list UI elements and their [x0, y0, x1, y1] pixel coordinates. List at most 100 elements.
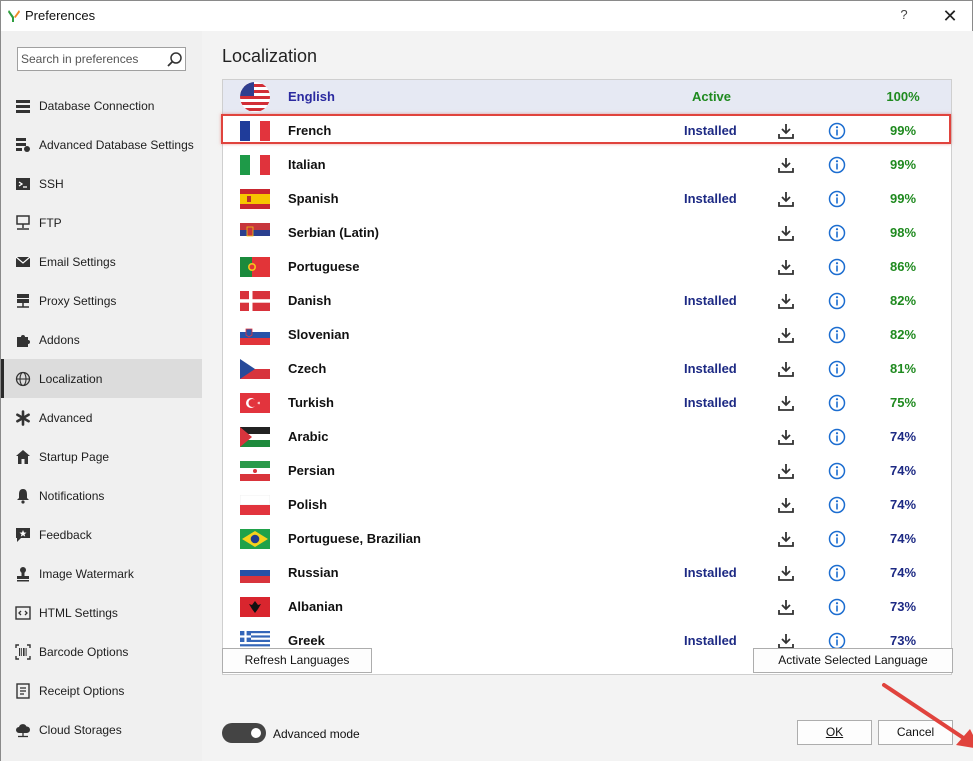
- language-row-persian[interactable]: Persian 74%: [223, 454, 951, 488]
- sidebar-item-receipt-options[interactable]: Receipt Options: [1, 671, 202, 710]
- sidebar-item-advanced-database-settings[interactable]: Advanced Database Settings: [1, 125, 202, 164]
- language-row-french[interactable]: French Installed 99%: [223, 114, 951, 148]
- language-name: Arabic: [288, 429, 329, 444]
- download-icon[interactable]: [777, 122, 795, 140]
- download-icon[interactable]: [777, 224, 795, 242]
- language-name: French: [288, 123, 332, 138]
- sidebar-item-advanced[interactable]: Advanced: [1, 398, 202, 437]
- sidebar-item-startup-page[interactable]: Startup Page: [1, 437, 202, 476]
- language-row-czech[interactable]: Czech Installed 81%: [223, 352, 951, 386]
- language-row-polish[interactable]: Polish 74%: [223, 488, 951, 522]
- sidebar-item-database-connection[interactable]: Database Connection: [1, 86, 202, 125]
- flag-it-icon: [240, 155, 270, 175]
- download-icon[interactable]: [777, 292, 795, 310]
- search-box: [17, 47, 186, 71]
- download-icon[interactable]: [777, 428, 795, 446]
- language-status: Installed: [684, 395, 737, 410]
- sidebar-item-label: Startup Page: [39, 450, 110, 464]
- info-icon[interactable]: [828, 190, 846, 208]
- sidebar-item-label: Feedback: [39, 528, 92, 542]
- download-icon[interactable]: [777, 496, 795, 514]
- sidebar-item-ssh[interactable]: SSH: [1, 164, 202, 203]
- download-icon[interactable]: [777, 190, 795, 208]
- translation-percent: 75%: [889, 395, 917, 410]
- info-icon[interactable]: [828, 462, 846, 480]
- sidebar-item-email-settings[interactable]: Email Settings: [1, 242, 202, 281]
- language-row-serbian-latin-[interactable]: Serbian (Latin) 98%: [223, 216, 951, 250]
- language-row-portuguese-brazilian[interactable]: Portuguese, Brazilian 74%: [223, 522, 951, 556]
- help-button[interactable]: ?: [895, 7, 913, 25]
- language-row-slovenian[interactable]: Slovenian 82%: [223, 318, 951, 352]
- terminal-icon: [16, 178, 30, 190]
- sidebar-item-label: Email Settings: [39, 255, 116, 269]
- info-icon[interactable]: [828, 326, 846, 344]
- download-icon[interactable]: [777, 394, 795, 412]
- sidebar-item-html-settings[interactable]: HTML Settings: [1, 593, 202, 632]
- refresh-languages-button[interactable]: Refresh Languages: [222, 648, 372, 673]
- language-row-albanian[interactable]: Albanian 73%: [223, 590, 951, 624]
- language-list[interactable]: English Active 100% French Installed 99% Itali…: [222, 79, 952, 675]
- asterisk-icon: [16, 410, 30, 426]
- info-icon[interactable]: [828, 258, 846, 276]
- sidebar-item-addons[interactable]: Addons: [1, 320, 202, 359]
- flag-ru-icon: [240, 563, 270, 583]
- language-row-portuguese[interactable]: Portuguese 86%: [223, 250, 951, 284]
- language-status: Installed: [684, 293, 737, 308]
- close-button[interactable]: ✕: [939, 5, 961, 27]
- sidebar-nav: Database Connection Advanced Database Set…: [1, 86, 202, 749]
- sidebar-item-ftp[interactable]: FTP: [1, 203, 202, 242]
- activate-language-button[interactable]: Activate Selected Language: [753, 648, 953, 673]
- language-row-russian[interactable]: Russian Installed 74%: [223, 556, 951, 590]
- language-row-danish[interactable]: Danish Installed 82%: [223, 284, 951, 318]
- language-row-arabic[interactable]: Arabic 74%: [223, 420, 951, 454]
- language-row-turkish[interactable]: Turkish Installed 75%: [223, 386, 951, 420]
- language-row-english[interactable]: English Active 100%: [223, 80, 951, 114]
- download-icon[interactable]: [777, 564, 795, 582]
- ok-button[interactable]: OK: [797, 720, 872, 745]
- language-row-italian[interactable]: Italian 99%: [223, 148, 951, 182]
- sidebar-item-image-watermark[interactable]: Image Watermark: [1, 554, 202, 593]
- info-icon[interactable]: [828, 598, 846, 616]
- download-icon[interactable]: [777, 360, 795, 378]
- cloud-icon: [16, 724, 31, 738]
- flag-br-icon: [240, 529, 270, 549]
- translation-percent: 73%: [889, 633, 917, 648]
- download-icon[interactable]: [777, 530, 795, 548]
- flag-es-icon: [240, 189, 270, 209]
- sidebar-item-label: Advanced: [39, 411, 93, 425]
- info-icon[interactable]: [828, 428, 846, 446]
- info-icon[interactable]: [828, 496, 846, 514]
- language-status: Installed: [684, 361, 737, 376]
- download-icon[interactable]: [777, 326, 795, 344]
- language-row-spanish[interactable]: Spanish Installed 99%: [223, 182, 951, 216]
- language-name: Polish: [288, 497, 328, 512]
- translation-percent: 74%: [889, 565, 917, 580]
- sidebar-item-localization[interactable]: Localization: [1, 359, 202, 398]
- sidebar-item-barcode-options[interactable]: Barcode Options: [1, 632, 202, 671]
- download-icon[interactable]: [777, 462, 795, 480]
- language-name: English: [288, 89, 335, 104]
- sidebar-item-cloud-storages[interactable]: Cloud Storages: [1, 710, 202, 749]
- sidebar-item-proxy-settings[interactable]: Proxy Settings: [1, 281, 202, 320]
- download-icon[interactable]: [777, 258, 795, 276]
- sidebar-item-notifications[interactable]: Notifications: [1, 476, 202, 515]
- translation-percent: 82%: [889, 293, 917, 308]
- info-icon[interactable]: [828, 122, 846, 140]
- info-icon[interactable]: [828, 224, 846, 242]
- translation-percent: 82%: [889, 327, 917, 342]
- search-input[interactable]: [21, 51, 161, 67]
- info-icon[interactable]: [828, 564, 846, 582]
- main-panel: Localization English Active 100% French Inst…: [202, 31, 973, 761]
- info-icon[interactable]: [828, 360, 846, 378]
- download-icon[interactable]: [777, 156, 795, 174]
- sidebar-item-feedback[interactable]: Feedback: [1, 515, 202, 554]
- info-icon[interactable]: [828, 394, 846, 412]
- info-icon[interactable]: [828, 530, 846, 548]
- advanced-mode-toggle[interactable]: [222, 723, 266, 743]
- info-icon[interactable]: [828, 292, 846, 310]
- download-icon[interactable]: [777, 598, 795, 616]
- toggle-knob: [251, 728, 261, 738]
- info-icon[interactable]: [828, 156, 846, 174]
- cancel-button[interactable]: Cancel: [878, 720, 953, 745]
- search-icon[interactable]: [166, 51, 183, 68]
